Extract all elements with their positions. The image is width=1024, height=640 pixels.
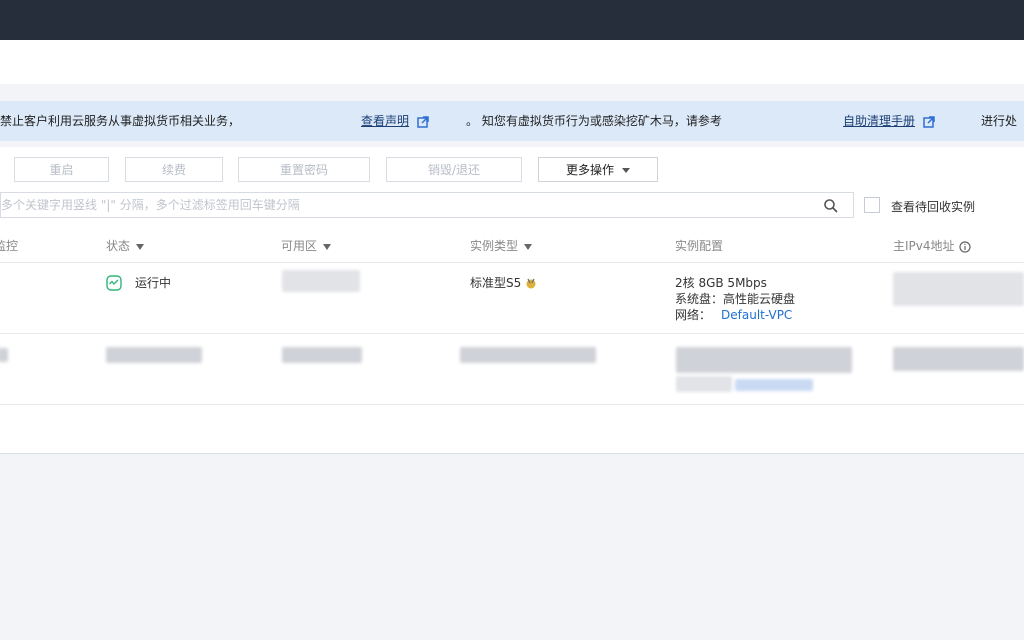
notice-text-3: 进行处	[981, 114, 1018, 128]
recycle-checkbox-label[interactable]: 查看待回收实例	[891, 198, 975, 215]
page-header	[0, 40, 1024, 84]
redacted-ipv4	[893, 347, 1024, 371]
filter-icon[interactable]	[323, 243, 332, 250]
notice-banner: 禁止客户利用云服务从事虚拟货币相关业务， 查看声明 。 知您有虚拟货币行为或感染…	[0, 101, 1024, 141]
restart-button[interactable]: 重启	[14, 157, 109, 182]
column-header-status: 状态	[106, 237, 145, 254]
vpc-link[interactable]: Default-VPC	[721, 308, 792, 322]
config-system-disk: 系统盘：高性能云硬盘	[675, 292, 796, 306]
redacted-zone	[282, 270, 360, 292]
redacted-instance-type	[460, 347, 596, 363]
filter-icon[interactable]	[136, 243, 145, 250]
destroy-return-button[interactable]: 销毁/退还	[386, 157, 522, 182]
column-header-status-label: 状态	[106, 239, 131, 253]
notice-text-1: 禁止客户利用云服务从事虚拟货币相关业务，	[0, 114, 241, 128]
more-actions-dropdown[interactable]: 更多操作	[538, 157, 658, 182]
redacted-zone	[282, 347, 362, 363]
column-header-zone: 可用区	[281, 237, 332, 254]
column-header-instance-type: 实例类型	[470, 237, 533, 254]
console-top-nav	[0, 0, 1024, 40]
instance-type-label: 标准型S5	[470, 276, 522, 290]
more-actions-label: 更多操作	[565, 163, 614, 177]
redacted-network-link	[735, 379, 813, 391]
search-input[interactable]	[1, 193, 781, 217]
external-link-icon	[923, 115, 935, 128]
column-header-ipv4: 主IPv4地址	[893, 237, 971, 254]
instance-search	[0, 192, 854, 218]
column-header-ipv4-label: 主IPv4地址	[893, 239, 955, 253]
row-divider	[0, 404, 1024, 405]
row-divider	[0, 333, 1024, 334]
column-header-zone-label: 可用区	[281, 239, 318, 253]
column-header-instance-config: 实例配置	[675, 239, 724, 253]
notice-link-manual-label[interactable]: 自助清理手册	[843, 114, 915, 128]
external-link-icon	[417, 115, 429, 128]
config-network: 网络： Default-VPC	[675, 306, 792, 323]
renew-button[interactable]: 续费	[125, 157, 223, 182]
redacted-ipv4	[893, 272, 1024, 306]
notice-link-statement[interactable]: 查看声明	[361, 101, 429, 141]
recycle-checkbox[interactable]	[864, 197, 880, 213]
column-header-instance-type-label: 实例类型	[470, 239, 519, 253]
instance-type: 标准型S5	[470, 274, 537, 291]
redacted-network-label	[676, 376, 732, 392]
network-label: 网络：	[675, 308, 712, 322]
notice-link-manual[interactable]: 自助清理手册	[843, 101, 935, 141]
medal-icon	[526, 278, 536, 288]
chevron-down-icon	[622, 168, 630, 173]
filter-icon[interactable]	[524, 243, 533, 250]
notice-text-2: 。 知您有虚拟货币行为或感染挖矿木马，请参考	[466, 114, 722, 128]
column-header-monitor: 监控	[0, 239, 19, 253]
redacted-monitor	[0, 348, 8, 362]
info-icon[interactable]	[958, 240, 971, 253]
instance-status: 运行中	[135, 276, 172, 290]
reset-password-button[interactable]: 重置密码	[238, 157, 370, 182]
redacted-config	[676, 347, 852, 373]
redacted-status	[106, 347, 202, 363]
search-icon[interactable]	[823, 198, 839, 214]
running-status-icon	[106, 275, 122, 291]
notice-link-statement-label[interactable]: 查看声明	[361, 114, 409, 128]
config-cpu-mem-bandwidth: 2核 8GB 5Mbps	[675, 276, 767, 290]
